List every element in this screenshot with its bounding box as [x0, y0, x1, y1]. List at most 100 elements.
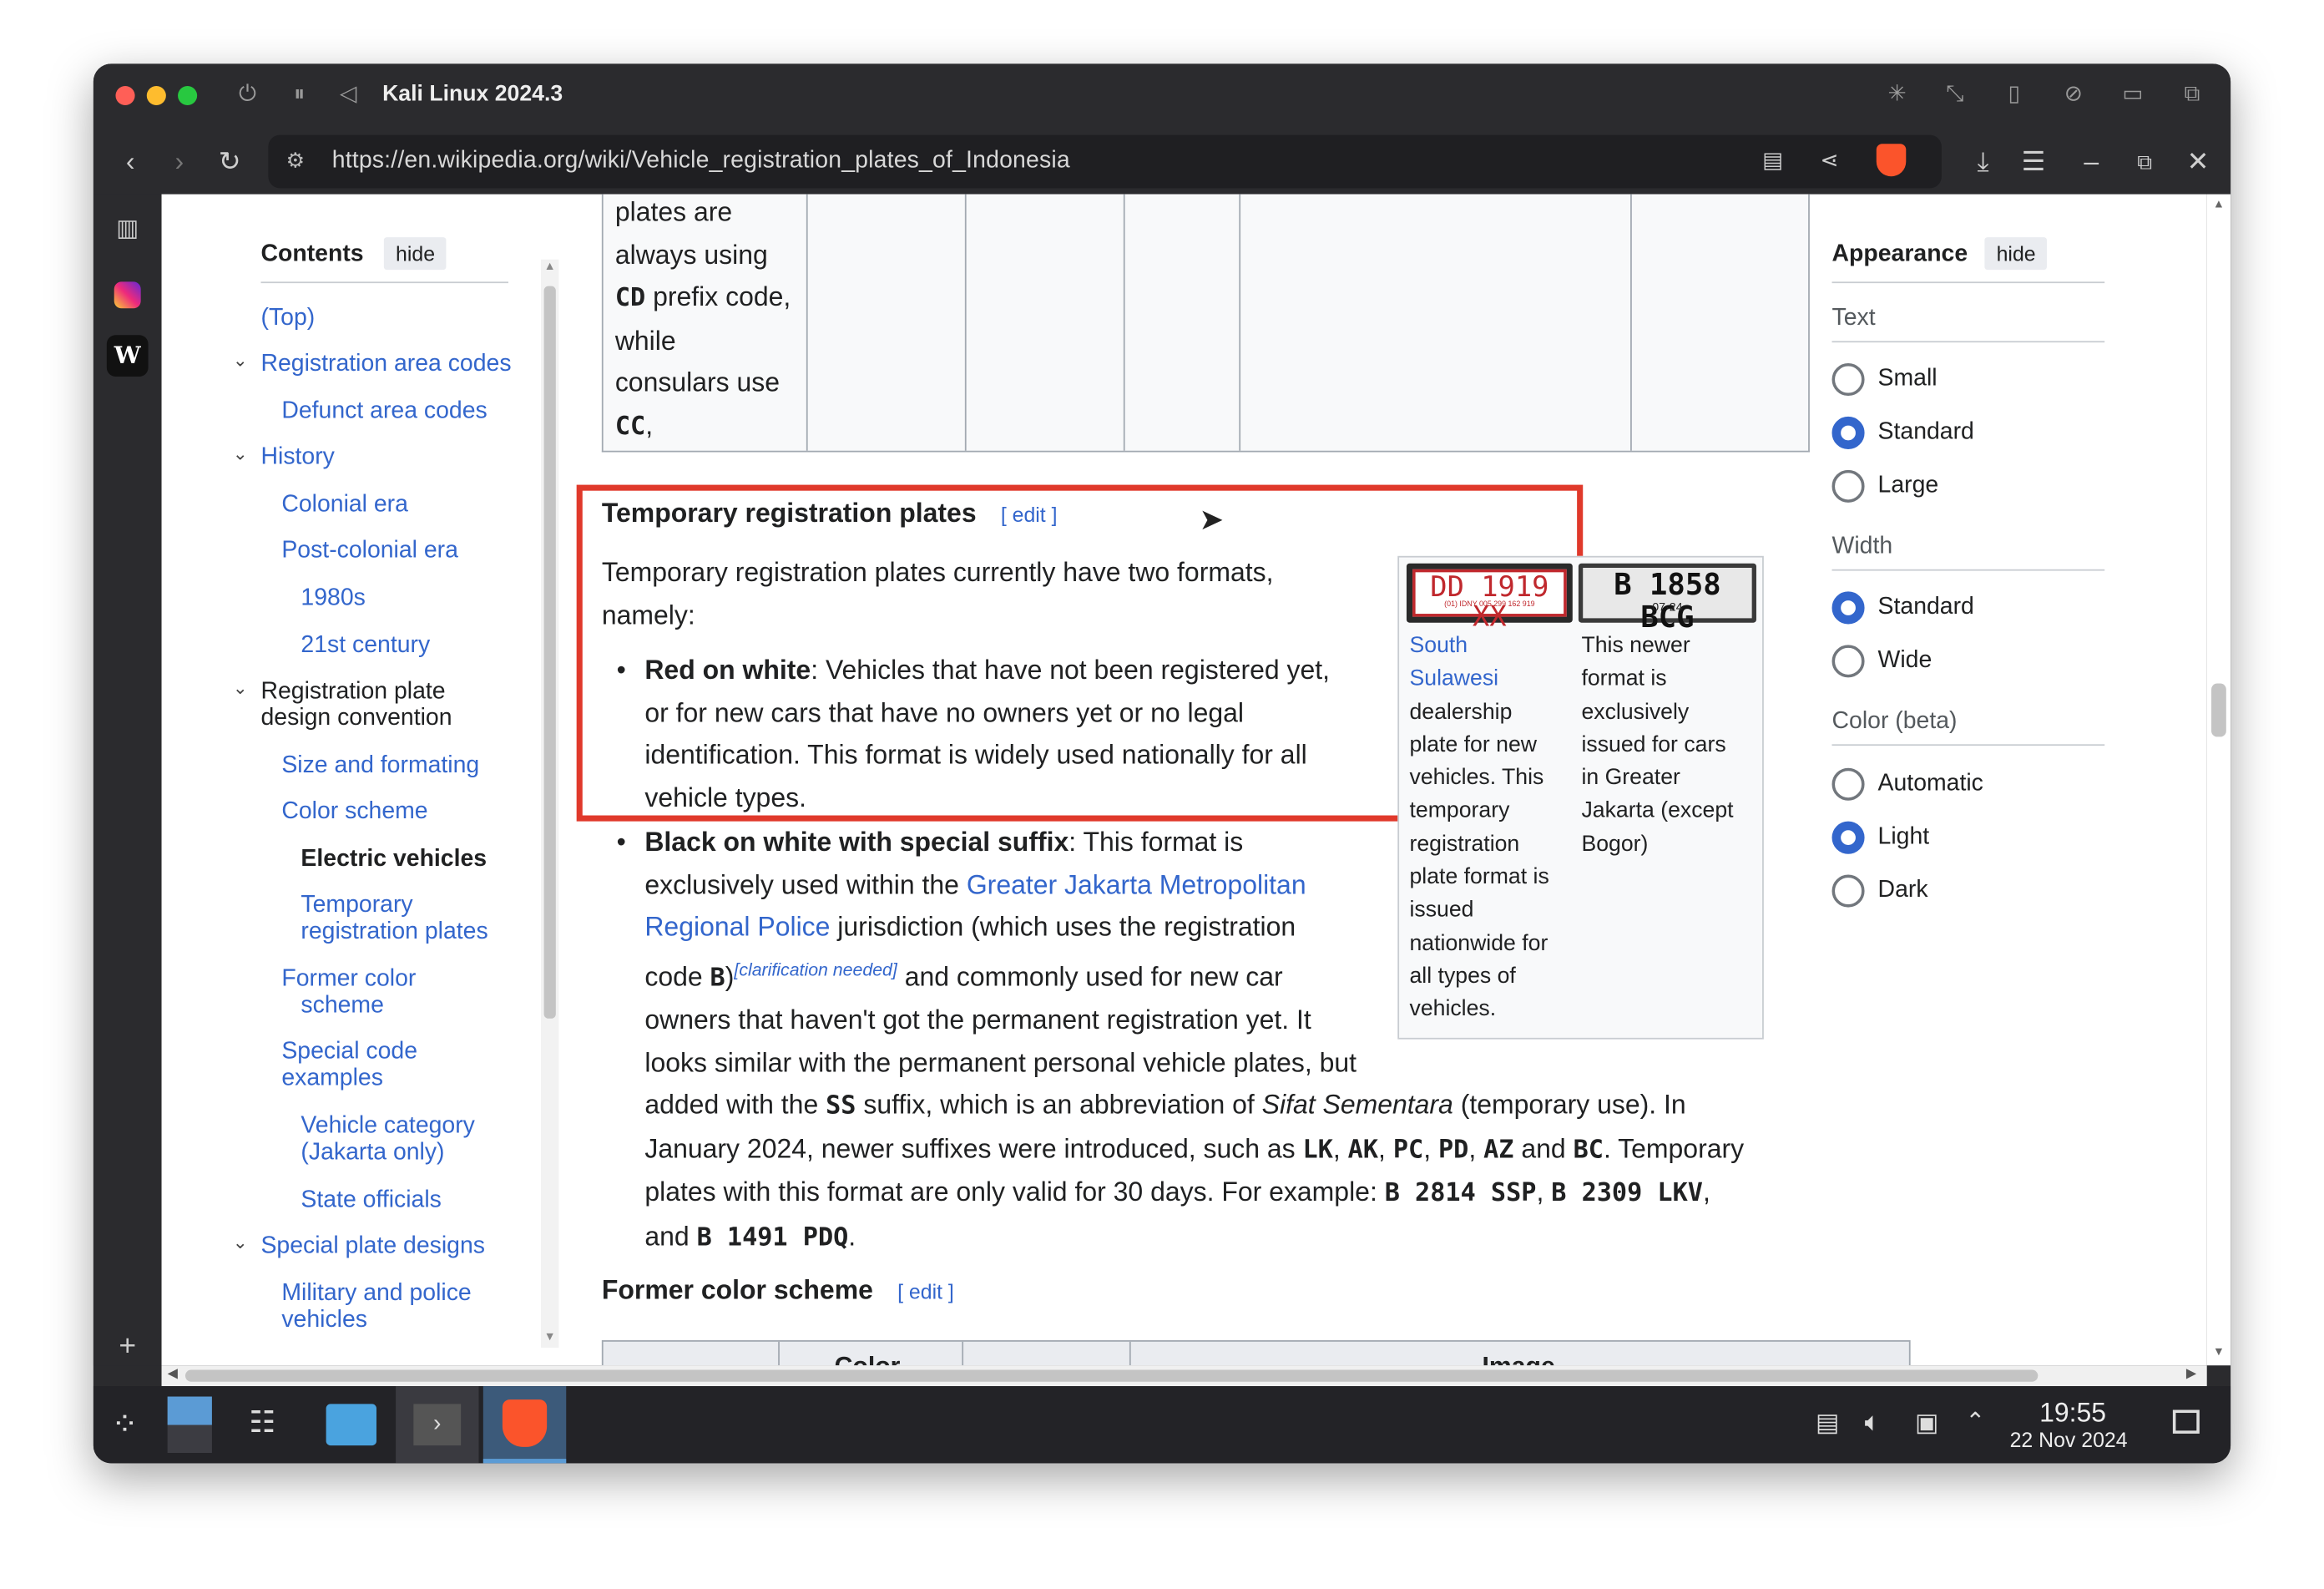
regional-police-link[interactable]: Regional Police: [644, 912, 830, 942]
h-scroll-thumb[interactable]: [184, 1369, 2039, 1382]
resize-icon[interactable]: ⤡: [1940, 80, 1970, 110]
edit-link[interactable]: [ edit ]: [1001, 503, 1058, 526]
add-panel-icon[interactable]: +: [107, 1325, 149, 1367]
minimize-icon[interactable]: –: [2074, 144, 2109, 180]
toc-item[interactable]: (Jakarta only): [301, 1140, 444, 1166]
page-scrollbar[interactable]: ▲ ▼: [2206, 194, 2231, 1366]
desktop-pager-icon[interactable]: [167, 1396, 212, 1453]
share-icon[interactable]: ⋖: [1820, 147, 1838, 174]
toc-item[interactable]: 1980s: [301, 585, 365, 612]
back-icon[interactable]: ‹: [113, 144, 149, 180]
chevron-down-icon[interactable]: ⌄: [233, 443, 248, 464]
site-settings-icon[interactable]: ⚙: [286, 149, 305, 174]
radio-width-wide[interactable]: [1831, 645, 1865, 678]
download-icon[interactable]: ⤓: [1965, 144, 2001, 180]
toc-item[interactable]: Temporary: [301, 893, 412, 919]
toc-item[interactable]: 21st century: [301, 633, 430, 660]
radio-color-light[interactable]: [1831, 821, 1865, 854]
toc-item[interactable]: registration plates: [301, 919, 488, 946]
radio-text-standard[interactable]: [1831, 416, 1865, 449]
chevron-down-icon[interactable]: ⌄: [233, 1232, 248, 1252]
toc-item[interactable]: Color scheme: [281, 799, 427, 826]
clipboard-icon[interactable]: ▤: [1816, 1409, 1840, 1439]
radio-text-large[interactable]: [1831, 469, 1865, 503]
appearance-hide-button[interactable]: hide: [1984, 237, 2048, 271]
brave-shield-icon[interactable]: [1876, 144, 1907, 177]
sidebar-toggle-icon[interactable]: ▥: [107, 209, 149, 250]
close-dot[interactable]: [115, 85, 135, 106]
toc-item[interactable]: Registration area codes: [260, 352, 511, 378]
usb-icon[interactable]: ▯: [1999, 80, 2029, 110]
volume-icon[interactable]: 🔈︎: [1865, 1407, 1881, 1438]
forward-icon[interactable]: ›: [162, 144, 198, 180]
settings-icon[interactable]: ☷: [239, 1404, 286, 1445]
pause-icon[interactable]: ⏸: [285, 80, 315, 110]
greater-jakarta-link[interactable]: Greater Jakarta Metropolitan: [967, 869, 1306, 899]
address-bar[interactable]: ⚙ https://en.wikipedia.org/wiki/Vehicle_…: [268, 134, 1942, 189]
toc-item[interactable]: Registration plate: [260, 679, 445, 706]
chevron-down-icon[interactable]: ⌄: [233, 350, 248, 371]
power-icon[interactable]: ⏻: [233, 80, 263, 110]
toc-item[interactable]: Post-colonial era: [281, 539, 458, 565]
plate-image-black[interactable]: B 1858 BCG 07·24: [1578, 563, 1756, 633]
toc-item[interactable]: Special code: [281, 1040, 417, 1066]
toc-item[interactable]: Vehicle category: [301, 1113, 474, 1140]
close-icon[interactable]: ✕: [2180, 144, 2216, 180]
edit-link[interactable]: [ edit ]: [897, 1279, 954, 1303]
title-bar: ⏻ ⏸ ◁ Kali Linux 2024.3 ✳ ⤡ ▯ ⊘ ▭ ⧉: [93, 63, 2231, 129]
toc-scrollbar[interactable]: ▲ ▼: [541, 259, 559, 1348]
network-icon[interactable]: ▣: [1915, 1409, 1939, 1439]
plate-image-red[interactable]: DD 1919 XX (01) IDNY 005 299 162 919: [1406, 563, 1573, 631]
toc-item[interactable]: vehicles: [281, 1308, 367, 1334]
radio-color-automatic[interactable]: [1831, 767, 1865, 801]
terminal-task[interactable]: ›: [396, 1386, 479, 1464]
toc-item[interactable]: Colonial era: [281, 492, 408, 519]
url-text[interactable]: https://en.wikipedia.org/wiki/Vehicle_re…: [332, 149, 1070, 175]
toc-item[interactable]: design convention: [260, 706, 452, 732]
toc-item[interactable]: Former color: [281, 967, 416, 994]
instagram-icon[interactable]: [114, 281, 141, 309]
toc-item[interactable]: History: [260, 445, 334, 472]
menu-icon[interactable]: ☰: [2016, 144, 2052, 180]
loading-icon[interactable]: ✳: [1882, 80, 1912, 110]
clock-time[interactable]: 19:55: [2039, 1398, 2106, 1429]
toc-item[interactable]: Military and police: [281, 1281, 471, 1308]
toc-item[interactable]: Size and formating: [281, 753, 479, 780]
radio-color-dark[interactable]: [1831, 874, 1865, 908]
toc-item[interactable]: scheme: [301, 994, 383, 1020]
brave-task[interactable]: [482, 1386, 567, 1464]
radio-width-standard[interactable]: [1831, 591, 1865, 625]
maximize-dot[interactable]: [178, 85, 198, 106]
no-network-icon[interactable]: ⊘: [2059, 80, 2089, 110]
toc-item[interactable]: (Top): [260, 306, 315, 332]
toc-item[interactable]: Special plate designs: [260, 1233, 484, 1260]
windows-icon[interactable]: ⧉: [2177, 80, 2207, 110]
toc-hide-button[interactable]: hide: [383, 237, 447, 271]
toc-scroll-thumb[interactable]: [543, 286, 556, 1019]
reload-icon[interactable]: ↻: [212, 144, 248, 180]
clock-date[interactable]: 22 Nov 2024: [2010, 1428, 2128, 1451]
radio-text-small[interactable]: [1831, 362, 1865, 397]
table-of-contents: Contents hide (Top) ⌄ Registration area …: [162, 195, 562, 1366]
clarification-link[interactable]: [clarification needed]: [734, 959, 897, 979]
toc-item[interactable]: State officials: [301, 1187, 441, 1214]
reader-icon[interactable]: ▤: [1762, 147, 1783, 174]
app-launcher-icon[interactable]: ⁘: [111, 1405, 139, 1444]
toc-item[interactable]: examples: [281, 1066, 383, 1093]
toc-item-active[interactable]: Electric vehicles: [301, 847, 487, 873]
chevron-up-icon[interactable]: ⌃: [1965, 1407, 1985, 1437]
horizontal-scrollbar[interactable]: ▶ ◀: [161, 1365, 2207, 1387]
folder-icon[interactable]: ▭: [2118, 80, 2148, 110]
page-scroll-thumb[interactable]: [2211, 683, 2226, 737]
minimize-dot[interactable]: [146, 85, 166, 106]
appearance-title: Appearance: [1831, 241, 1968, 267]
color-label: Color (beta): [1831, 708, 1958, 734]
file-manager-icon[interactable]: [326, 1404, 376, 1446]
south-sulawesi-link[interactable]: South: [1410, 630, 1570, 664]
back-triangle-icon[interactable]: ◁: [333, 80, 363, 110]
toc-item[interactable]: Defunct area codes: [281, 399, 487, 426]
restore-icon[interactable]: ⧉: [2127, 144, 2163, 180]
chevron-down-icon[interactable]: ⌄: [233, 677, 248, 698]
wikipedia-icon[interactable]: W: [106, 335, 149, 377]
show-desktop-icon[interactable]: [2172, 1409, 2200, 1434]
